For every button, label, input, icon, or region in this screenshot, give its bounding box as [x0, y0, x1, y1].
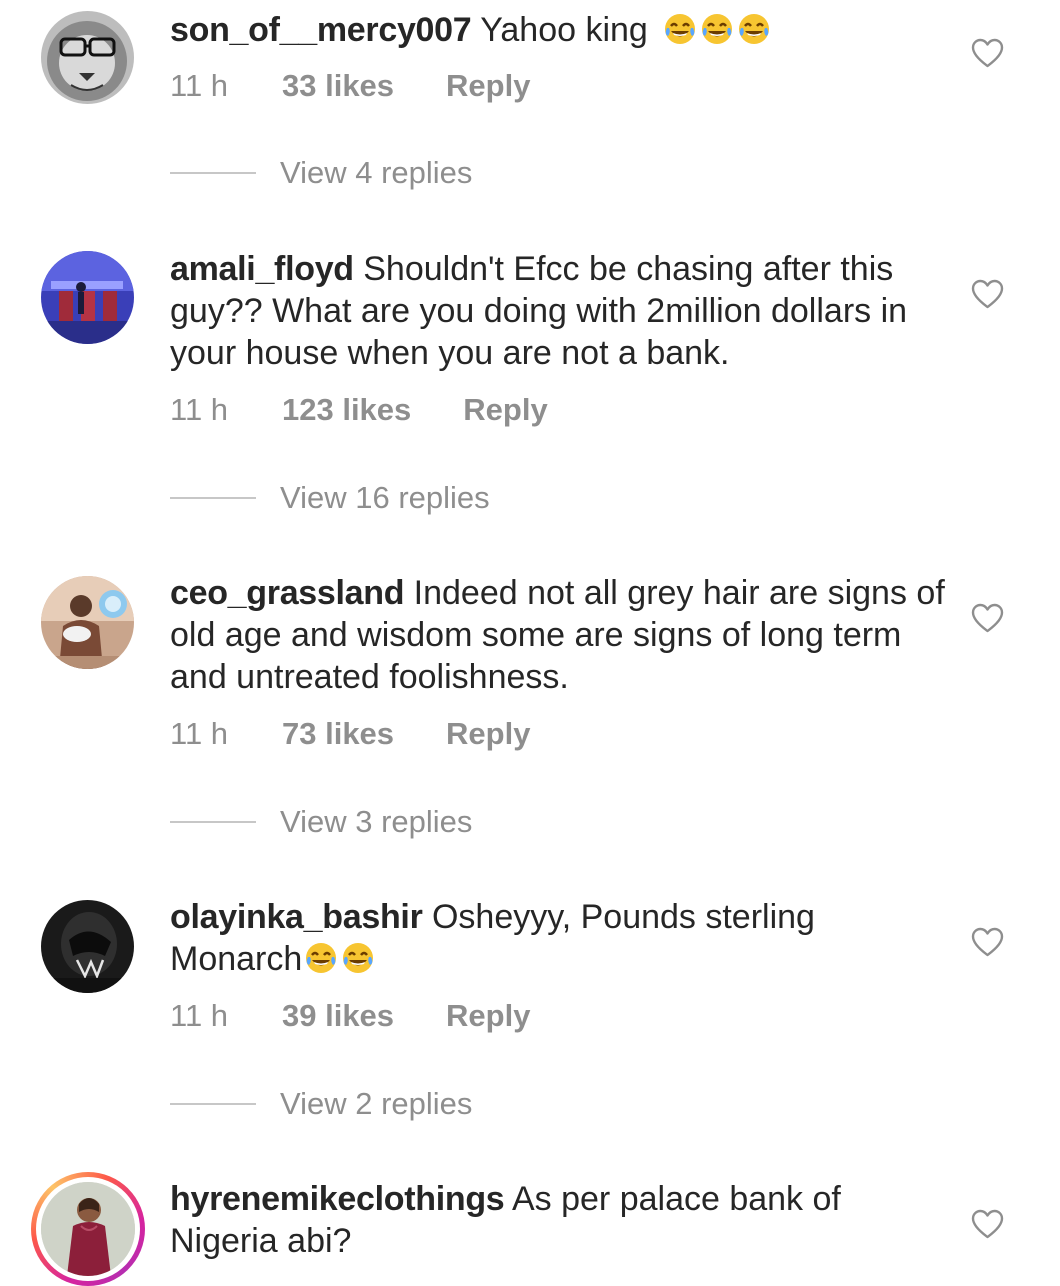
reply-button[interactable]: Reply	[446, 716, 530, 752]
comment-meta: 11 h 123 likes Reply	[170, 392, 548, 428]
face-with-tears-of-joy-emoji	[343, 943, 374, 973]
reply-button[interactable]: Reply	[446, 68, 530, 104]
emoji-group	[304, 938, 378, 980]
view-replies-label: View 3 replies	[280, 804, 473, 839]
comment-text: olayinka_bashir Osheyyy, Pounds sterling…	[170, 896, 945, 980]
avatar[interactable]	[41, 576, 134, 669]
comment-text: amali_floyd Shouldn't Efcc be chasing af…	[170, 248, 945, 374]
comment-text: ceo_grassland Indeed not all grey hair a…	[170, 572, 945, 698]
view-replies-label: View 16 replies	[280, 480, 490, 515]
comment-username[interactable]: ceo_grassland	[170, 574, 405, 612]
view-replies-button[interactable]: View 3 replies	[170, 804, 472, 840]
comment-likes[interactable]: 73 likes	[282, 716, 394, 752]
comment-meta: 11 h 39 likes Reply	[170, 998, 530, 1034]
face-with-tears-of-joy-emoji	[665, 14, 696, 44]
divider-line	[170, 1103, 256, 1105]
view-replies-button[interactable]: View 4 replies	[170, 155, 472, 191]
comment-meta: 11 h 73 likes Reply	[170, 716, 530, 752]
heart-outline-icon[interactable]	[971, 279, 1004, 309]
comment-text: son_of__mercy007 Yahoo king	[170, 9, 945, 51]
comment-meta: 11 h 33 likes Reply	[170, 68, 530, 104]
divider-line	[170, 497, 256, 499]
heart-outline-icon[interactable]	[971, 38, 1004, 68]
comment-username[interactable]: hyrenemikeclothings	[170, 1180, 505, 1218]
comment-timestamp: 11 h	[170, 392, 229, 427]
heart-outline-icon[interactable]	[971, 927, 1004, 957]
emoji-group	[663, 9, 774, 51]
reply-button[interactable]: Reply	[446, 998, 530, 1034]
face-with-tears-of-joy-emoji	[739, 14, 770, 44]
comment-likes[interactable]: 33 likes	[282, 68, 394, 104]
view-replies-button[interactable]: View 2 replies	[170, 1086, 472, 1122]
heart-outline-icon[interactable]	[971, 1209, 1004, 1239]
comment-timestamp: 11 h	[170, 998, 229, 1033]
comment-likes[interactable]: 123 likes	[282, 392, 411, 428]
avatar[interactable]	[41, 1182, 135, 1276]
comment-timestamp: 11 h	[170, 716, 229, 751]
heart-outline-icon[interactable]	[971, 603, 1004, 633]
story-ring[interactable]	[31, 1172, 145, 1286]
reply-button[interactable]: Reply	[463, 392, 547, 428]
divider-line	[170, 172, 256, 174]
avatar[interactable]	[41, 251, 134, 344]
comment-timestamp: 11 h	[170, 68, 229, 103]
face-with-tears-of-joy-emoji	[702, 14, 733, 44]
avatar[interactable]	[41, 900, 134, 993]
face-with-tears-of-joy-emoji	[306, 943, 337, 973]
view-replies-label: View 2 replies	[280, 1086, 473, 1121]
view-replies-button[interactable]: View 16 replies	[170, 480, 490, 516]
comment-username[interactable]: son_of__mercy007	[170, 11, 472, 49]
view-replies-label: View 4 replies	[280, 155, 473, 190]
comment-username[interactable]: olayinka_bashir	[170, 898, 423, 936]
comment-likes[interactable]: 39 likes	[282, 998, 394, 1034]
comment-text: hyrenemikeclothings As per palace bank o…	[170, 1178, 945, 1262]
comment-username[interactable]: amali_floyd	[170, 250, 354, 288]
comment-body: Yahoo king	[480, 11, 648, 49]
divider-line	[170, 821, 256, 823]
avatar[interactable]	[41, 11, 134, 104]
